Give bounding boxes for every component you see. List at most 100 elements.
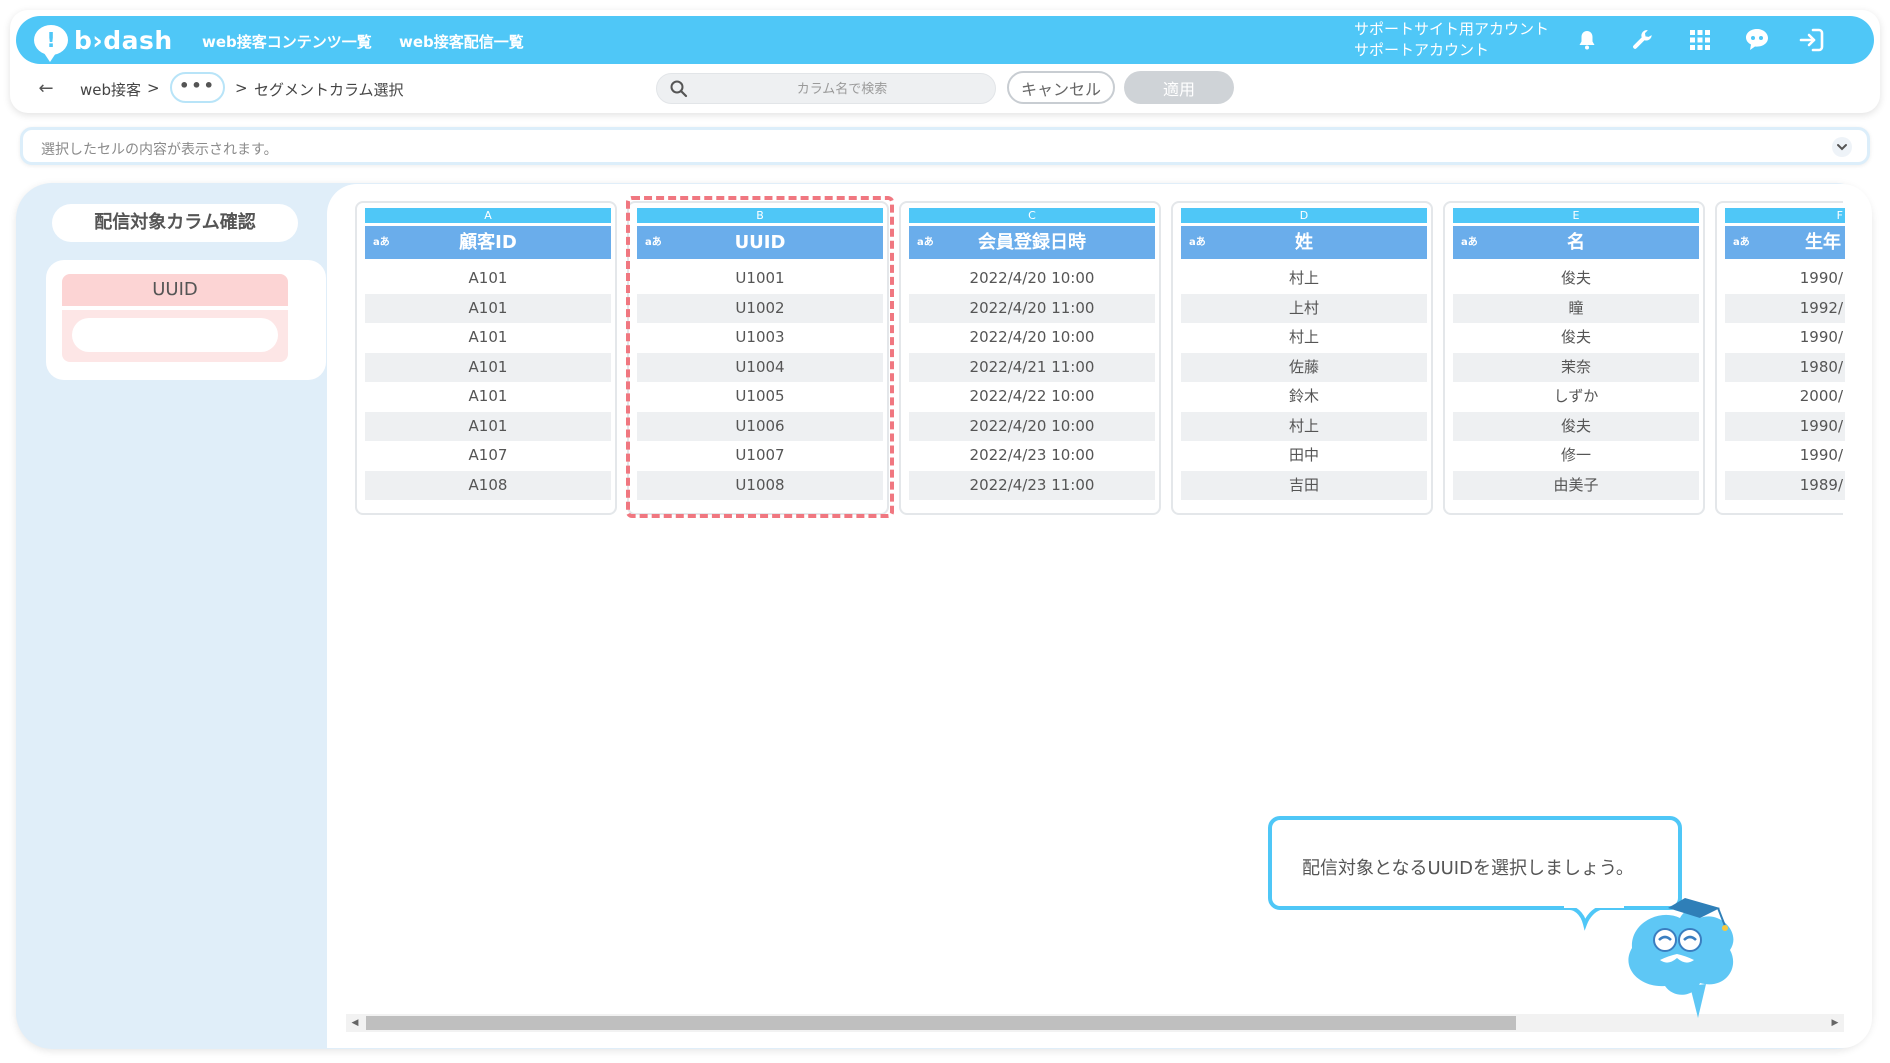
table-cell[interactable]: A108 [365, 470, 611, 500]
column-card-d[interactable]: Daあ姓村上 上村 村上 佐藤 鈴木 村上 田中 吉田 [1171, 201, 1433, 515]
scrollbar-thumb[interactable] [366, 1016, 1516, 1030]
table-cell[interactable]: 2022/4/22 10:00 [909, 382, 1155, 412]
column-header-label: 会員登録日時 [978, 232, 1086, 253]
column-header[interactable]: aあ UUID [637, 226, 883, 259]
table-cell[interactable]: 茉奈 [1453, 352, 1699, 382]
column-card-c[interactable]: Caあ 会員登録日時 2022/4/20 10:00 2022/4/20 11:00 2… [899, 201, 1161, 515]
selected-column-label: UUID [62, 274, 288, 306]
text-type-icon: aあ [1461, 237, 1478, 248]
table-cell[interactable]: A107 [365, 441, 611, 471]
table-cell[interactable]: 1992/ [1725, 293, 1845, 323]
scroll-right-arrow-icon[interactable]: ▶ [1826, 1014, 1844, 1032]
logo-text: b›dash [74, 25, 173, 55]
table-cell[interactable]: 村上 [1181, 323, 1427, 353]
table-cell[interactable]: A101 [365, 411, 611, 441]
nav-web-contents-list[interactable]: web接客コンテンツ一覧 [202, 31, 372, 52]
table-cell[interactable]: 佐藤 [1181, 352, 1427, 382]
table-cell[interactable]: U1006 [637, 411, 883, 441]
grid-icon[interactable] [1684, 24, 1716, 56]
table-cell[interactable]: A101 [365, 264, 611, 294]
table-cell[interactable]: 吉田 [1181, 470, 1427, 500]
table-cell[interactable]: 上村 [1181, 293, 1427, 323]
text-type-icon: aあ [1733, 237, 1750, 248]
text-type-icon: aあ [917, 237, 934, 248]
table-cell[interactable]: 修一 [1453, 441, 1699, 471]
table-cell[interactable]: 1990/ [1725, 411, 1845, 441]
column-card-e[interactable]: Eaあ名俊夫瞳俊夫 茉奈 しずか 俊夫 修一 由美子 [1443, 201, 1705, 515]
apply-button[interactable]: 適用 [1124, 71, 1234, 104]
hint-text: 配信対象となるUUIDを選択しましょう。 [1302, 858, 1634, 879]
text-type-icon: aあ [373, 237, 390, 248]
cell-content-bar[interactable]: 選択したセルの内容が表示されます。 [20, 127, 1870, 165]
logo-bubble-icon: ! [34, 25, 68, 62]
table-cell[interactable]: 村上 [1181, 411, 1427, 441]
table-cell[interactable]: U1003 [637, 323, 883, 353]
table-cell[interactable]: 田中 [1181, 441, 1427, 471]
column-header[interactable]: aあ 会員登録日時 [909, 226, 1155, 259]
table-cell[interactable]: 1990/ [1725, 323, 1845, 353]
table-cell[interactable]: A101 [365, 382, 611, 412]
chat-brain-icon[interactable] [1741, 24, 1773, 56]
table-cell[interactable]: A101 [365, 323, 611, 353]
table-cell[interactable]: 瞳 [1453, 293, 1699, 323]
column-header-label: 名 [1567, 232, 1585, 253]
table-cell[interactable]: しずか [1453, 382, 1699, 412]
table-cell[interactable]: 1990/ [1725, 264, 1845, 294]
column-search-box[interactable] [656, 73, 996, 104]
column-header[interactable]: aあ 生年 [1725, 226, 1845, 259]
chevron-down-icon[interactable] [1831, 136, 1853, 158]
table-cell[interactable]: 2000/ [1725, 382, 1845, 412]
search-input[interactable] [697, 77, 987, 101]
table-cell[interactable]: A101 [365, 352, 611, 382]
account-sub: サポートアカウント [1354, 41, 1490, 59]
column-header[interactable]: aあ 姓 [1181, 226, 1427, 259]
table-cell[interactable]: 2022/4/20 10:00 [909, 264, 1155, 294]
table-cell[interactable]: 2022/4/21 11:00 [909, 352, 1155, 382]
table-cell[interactable]: 2022/4/23 10:00 [909, 441, 1155, 471]
account-info[interactable]: サポートサイト用アカウント サポートアカウント [1354, 19, 1549, 61]
table-cell[interactable]: U1005 [637, 382, 883, 412]
table-cell[interactable]: 2022/4/23 11:00 [909, 470, 1155, 500]
back-arrow-icon[interactable]: ← [34, 76, 58, 100]
table-cell[interactable]: U1004 [637, 352, 883, 382]
column-header-label: 姓 [1295, 232, 1313, 253]
bell-icon[interactable] [1571, 24, 1603, 56]
table-cell[interactable]: 村上 [1181, 264, 1427, 294]
mascot-brain-character [1564, 878, 1734, 1018]
column-letter: B [637, 208, 883, 223]
nav-web-delivery-list[interactable]: web接客配信一覧 [399, 31, 524, 52]
table-cell[interactable]: 俊夫 [1453, 264, 1699, 294]
table-cell[interactable]: 俊夫 [1453, 323, 1699, 353]
table-cell[interactable]: U1008 [637, 470, 883, 500]
column-card-f[interactable]: Faあ 生年 1990/1992/1990/1980/2000/1990/1990/… [1715, 201, 1845, 515]
wrench-icon[interactable] [1627, 24, 1659, 56]
breadcrumb-more-button[interactable]: ••• [170, 72, 225, 103]
cancel-button[interactable]: キャンセル [1007, 71, 1115, 104]
table-cell[interactable]: 1990/ [1725, 441, 1845, 471]
scroll-left-arrow-icon[interactable]: ◀ [346, 1014, 364, 1032]
table-cell[interactable]: U1002 [637, 293, 883, 323]
logout-icon[interactable] [1796, 24, 1828, 56]
column-letter: D [1181, 208, 1427, 223]
table-cell[interactable]: 2022/4/20 10:00 [909, 323, 1155, 353]
column-rows: 2022/4/20 10:00 2022/4/20 11:00 2022/4/20 … [909, 264, 1155, 500]
table-cell[interactable]: U1007 [637, 441, 883, 471]
table-cell[interactable]: 鈴木 [1181, 382, 1427, 412]
table-cell[interactable]: 俊夫 [1453, 411, 1699, 441]
table-cell[interactable]: 由美子 [1453, 470, 1699, 500]
bdash-logo[interactable]: ! b›dash [34, 23, 173, 62]
column-header[interactable]: aあ 顧客ID [365, 226, 611, 259]
column-card-a[interactable]: Aaあ 顧客ID A101 A101 A101 A101 A101 A101 A107 A108 [355, 201, 617, 515]
table-cell[interactable]: A101 [365, 293, 611, 323]
table-cell[interactable]: 2022/4/20 10:00 [909, 411, 1155, 441]
table-cell[interactable]: 2022/4/20 11:00 [909, 293, 1155, 323]
table-cell[interactable]: U1001 [637, 264, 883, 294]
table-cell[interactable]: 1989/ [1725, 470, 1845, 500]
table-cell[interactable]: 1980/ [1725, 352, 1845, 382]
column-card-b[interactable]: Baあ UUID U1001 U1002 U1003 U1004 U1005 U1006 U10… [627, 201, 889, 515]
column-header[interactable]: aあ 名 [1453, 226, 1699, 259]
column-letter: F [1725, 208, 1845, 223]
breadcrumb-web-service[interactable]: web接客 [80, 79, 141, 100]
column-letter: C [909, 208, 1155, 223]
column-rows: A101 A101 A101 A101 A101 A101 A107 A108 [365, 264, 611, 500]
